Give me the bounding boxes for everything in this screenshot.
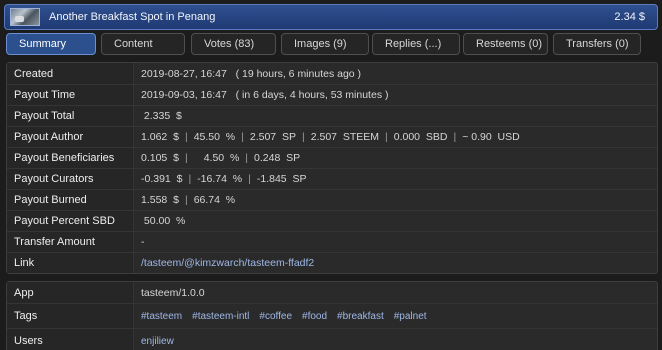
row-created: Created 2019-08-27, 16:47 ( 19 hours, 6 … xyxy=(7,63,657,84)
beneficiaries-usd: 0.105 $ xyxy=(141,152,179,164)
post-header[interactable]: Another Breakfast Spot in Penang 2.34 $ xyxy=(4,4,658,30)
payout-beneficiaries-label: Payout Beneficiaries xyxy=(7,148,134,168)
users-label: Users xyxy=(7,329,134,350)
tab-content[interactable]: Content xyxy=(101,33,185,55)
separator: | xyxy=(248,173,251,185)
separator: | xyxy=(188,173,192,185)
users-list: enjiliew xyxy=(134,329,184,350)
separator: | xyxy=(184,131,188,143)
app-value: tasteem/1.0.0 xyxy=(141,286,205,299)
post-title[interactable]: Another Breakfast Spot in Penang xyxy=(49,11,614,23)
row-link: Link /tasteem/@kimzwarch/tasteem-ffadf2 xyxy=(7,252,657,273)
tab-replies[interactable]: Replies (...) xyxy=(372,33,460,55)
tab-transfers[interactable]: Transfers (0) xyxy=(553,33,641,55)
tag-link[interactable]: #palnet xyxy=(394,311,427,322)
app-label: App xyxy=(7,282,134,303)
payout-time-value: 2019-09-03, 16:47 ( in 6 days, 4 hours, … xyxy=(141,89,389,101)
author-percent: 45.50 % xyxy=(193,131,236,143)
separator: | xyxy=(184,152,188,164)
separator: | xyxy=(245,152,249,164)
payout-total-label: Payout Total xyxy=(7,106,134,126)
row-tags: Tags #tasteem #tasteem-intl #coffee #foo… xyxy=(7,303,657,328)
row-payout-total: Payout Total 2.335 $ xyxy=(7,105,657,126)
post-link[interactable]: /tasteem/@kimzwarch/tasteem-ffadf2 xyxy=(141,257,314,269)
payout-author-label: Payout Author xyxy=(7,127,134,147)
row-payout-time: Payout Time 2019-09-03, 16:47 ( in 6 day… xyxy=(7,84,657,105)
meta-panel: App tasteem/1.0.0 Tags #tasteem #tasteem… xyxy=(6,281,658,350)
row-transfer-amount: Transfer Amount - xyxy=(7,231,657,252)
payout-curators-label: Payout Curators xyxy=(7,169,134,189)
tag-link[interactable]: #breakfast xyxy=(337,311,384,322)
post-payout: 2.34 $ xyxy=(614,11,645,23)
payout-time-label: Payout Time xyxy=(7,85,134,105)
beneficiaries-percent: 4.50 % xyxy=(203,152,240,164)
author-usd: 1.062 $ xyxy=(141,131,179,143)
payout-author-value: 1.062 $ | 45.50 % | 2.507 SP | 2.507 STEEM |… xyxy=(134,127,520,147)
separator: | xyxy=(184,194,188,206)
tab-resteems[interactable]: Resteems (0) xyxy=(463,33,548,55)
author-sbd: 0.000 SBD xyxy=(393,131,448,143)
row-payout-burned: Payout Burned 1.558 $ | 66.74 % xyxy=(7,189,657,210)
separator: | xyxy=(385,131,388,143)
tag-link[interactable]: #tasteem-intl xyxy=(192,311,249,322)
row-payout-author: Payout Author 1.062 $ | 45.50 % | 2.507 SP… xyxy=(7,126,657,147)
summary-panel: Created 2019-08-27, 16:47 ( 19 hours, 6 … xyxy=(6,62,658,274)
row-users: Users enjiliew xyxy=(7,328,657,350)
tab-images[interactable]: Images (9) xyxy=(281,33,369,55)
tag-link[interactable]: #tasteem xyxy=(141,311,182,322)
tab-bar: Summary Content Votes (83) Images (9) Re… xyxy=(6,33,658,55)
author-sp: 2.507 SP xyxy=(249,131,296,143)
tags-list: #tasteem #tasteem-intl #coffee #food #br… xyxy=(134,304,437,328)
payout-curators-value: -0.391 $ | -16.74 % | -1.845 SP xyxy=(134,169,307,189)
curators-usd: -0.391 $ xyxy=(141,173,183,185)
curators-percent: -16.74 % xyxy=(197,173,243,185)
separator: | xyxy=(453,131,457,143)
separator: | xyxy=(241,131,244,143)
transfer-amount-value: - xyxy=(141,236,145,248)
created-value: 2019-08-27, 16:47 ( 19 hours, 6 minutes … xyxy=(141,67,362,80)
row-app: App tasteem/1.0.0 xyxy=(7,282,657,303)
payout-beneficiaries-value: 0.105 $ | 4.50 % | 0.248 SP xyxy=(134,148,300,168)
payout-total-value: 2.335 $ xyxy=(141,110,182,122)
separator: | xyxy=(302,131,305,143)
tag-link[interactable]: #food xyxy=(302,311,327,322)
burned-percent: 66.74 % xyxy=(193,194,236,206)
tag-link[interactable]: #coffee xyxy=(259,311,292,322)
tags-label: Tags xyxy=(7,304,134,328)
post-thumbnail-image xyxy=(10,8,40,26)
author-usd-approx: ~ 0.90 USD xyxy=(462,131,520,143)
curators-sp: -1.845 SP xyxy=(256,173,307,185)
payout-burned-label: Payout Burned xyxy=(7,190,134,210)
transfer-amount-label: Transfer Amount xyxy=(7,232,134,252)
tab-votes[interactable]: Votes (83) xyxy=(191,33,276,55)
payout-percent-sbd-label: Payout Percent SBD xyxy=(7,211,134,231)
burned-usd: 1.558 $ xyxy=(141,194,179,206)
row-payout-curators: Payout Curators -0.391 $ | -16.74 % | -1.8… xyxy=(7,168,657,189)
user-link[interactable]: enjiliew xyxy=(141,336,174,347)
tab-summary[interactable]: Summary xyxy=(6,33,96,55)
payout-percent-sbd-value: 50.00 % xyxy=(141,215,186,227)
author-steem: 2.507 STEEM xyxy=(310,131,380,143)
created-label: Created xyxy=(7,63,134,84)
payout-burned-value: 1.558 $ | 66.74 % xyxy=(134,190,235,210)
row-payout-percent-sbd: Payout Percent SBD 50.00 % xyxy=(7,210,657,231)
link-cell: /tasteem/@kimzwarch/tasteem-ffadf2 xyxy=(134,253,314,273)
beneficiaries-sp: 0.248 SP xyxy=(254,152,301,164)
link-label: Link xyxy=(7,253,134,273)
row-payout-beneficiaries: Payout Beneficiaries 0.105 $ | 4.50 % | 0.… xyxy=(7,147,657,168)
